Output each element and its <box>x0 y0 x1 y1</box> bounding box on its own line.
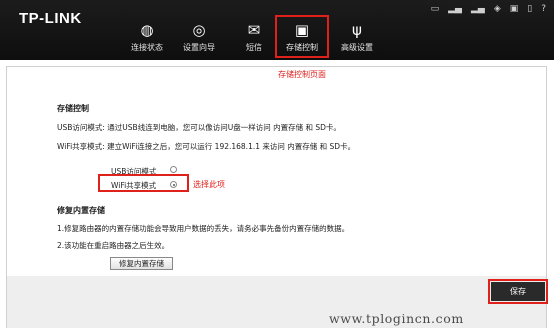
sms-icon: ✉ <box>247 21 261 39</box>
nav-label: 设置向导 <box>183 43 215 52</box>
restore-note-2: 2.该功能在重启路由器之后生效。 <box>57 241 170 250</box>
restore-storage-button[interactable]: 修复内置存储 <box>110 257 173 270</box>
signal-icon: ▂▄ <box>448 4 462 14</box>
footer-bar <box>7 276 546 328</box>
nav-sms[interactable]: ✉ 短信 <box>232 19 276 53</box>
tp-link-logo: TP-LINK <box>19 10 82 27</box>
nav-label: 连接状态 <box>131 43 163 52</box>
usb-mode-description: USB访问模式: 通过USB线连到电脑，您可以像访问U盘一样访问 内置存储 和 … <box>57 123 341 132</box>
help-icon: ? <box>541 4 546 14</box>
save-button[interactable]: 保存 <box>491 282 545 301</box>
storage-icon: ▣ <box>509 4 519 14</box>
restore-heading: 修复内置存储 <box>57 206 105 215</box>
annotation-select-option: 选择此项 <box>193 180 225 189</box>
nav-advanced-settings[interactable]: ψ 高级设置 <box>335 19 379 53</box>
nav-setup-wizard[interactable]: ◎ 设置向导 <box>177 19 221 53</box>
wizard-icon: ◎ <box>192 21 206 39</box>
globe-icon: ◍ <box>140 21 154 39</box>
wifi-mode-description: WiFi共享模式: 建立WiFi连接之后，您可以运行 192.168.1.1 来… <box>57 142 356 151</box>
highlight-box-storage-tab <box>275 15 329 58</box>
watermark: www.tplogincn.com <box>329 311 464 326</box>
tools-icon: ψ <box>352 21 362 39</box>
nav-label: 高级设置 <box>341 43 373 52</box>
usb-mode-radio[interactable] <box>170 166 177 173</box>
status-bar: ▭ ▂▄ ▂▄ ◈ ▣ ▯ ? <box>431 4 546 14</box>
battery-icon: ▯ <box>527 4 533 14</box>
restore-note-1: 1.修复路由器的内置存储功能会导致用户数据的丢失，请务必事先备份内置存储的数据。 <box>57 224 350 233</box>
nav-label: 短信 <box>246 43 262 52</box>
signal-icon: ▂▄ <box>470 4 485 14</box>
wifi-icon: ◈ <box>493 4 501 14</box>
storage-heading: 存储控制 <box>57 104 89 113</box>
message-icon: ▭ <box>430 4 440 14</box>
highlight-box-wifi-mode <box>98 174 189 192</box>
nav-connection-status[interactable]: ◍ 连接状态 <box>125 19 169 53</box>
annotation-storage-page: 存储控制页面 <box>278 70 326 79</box>
